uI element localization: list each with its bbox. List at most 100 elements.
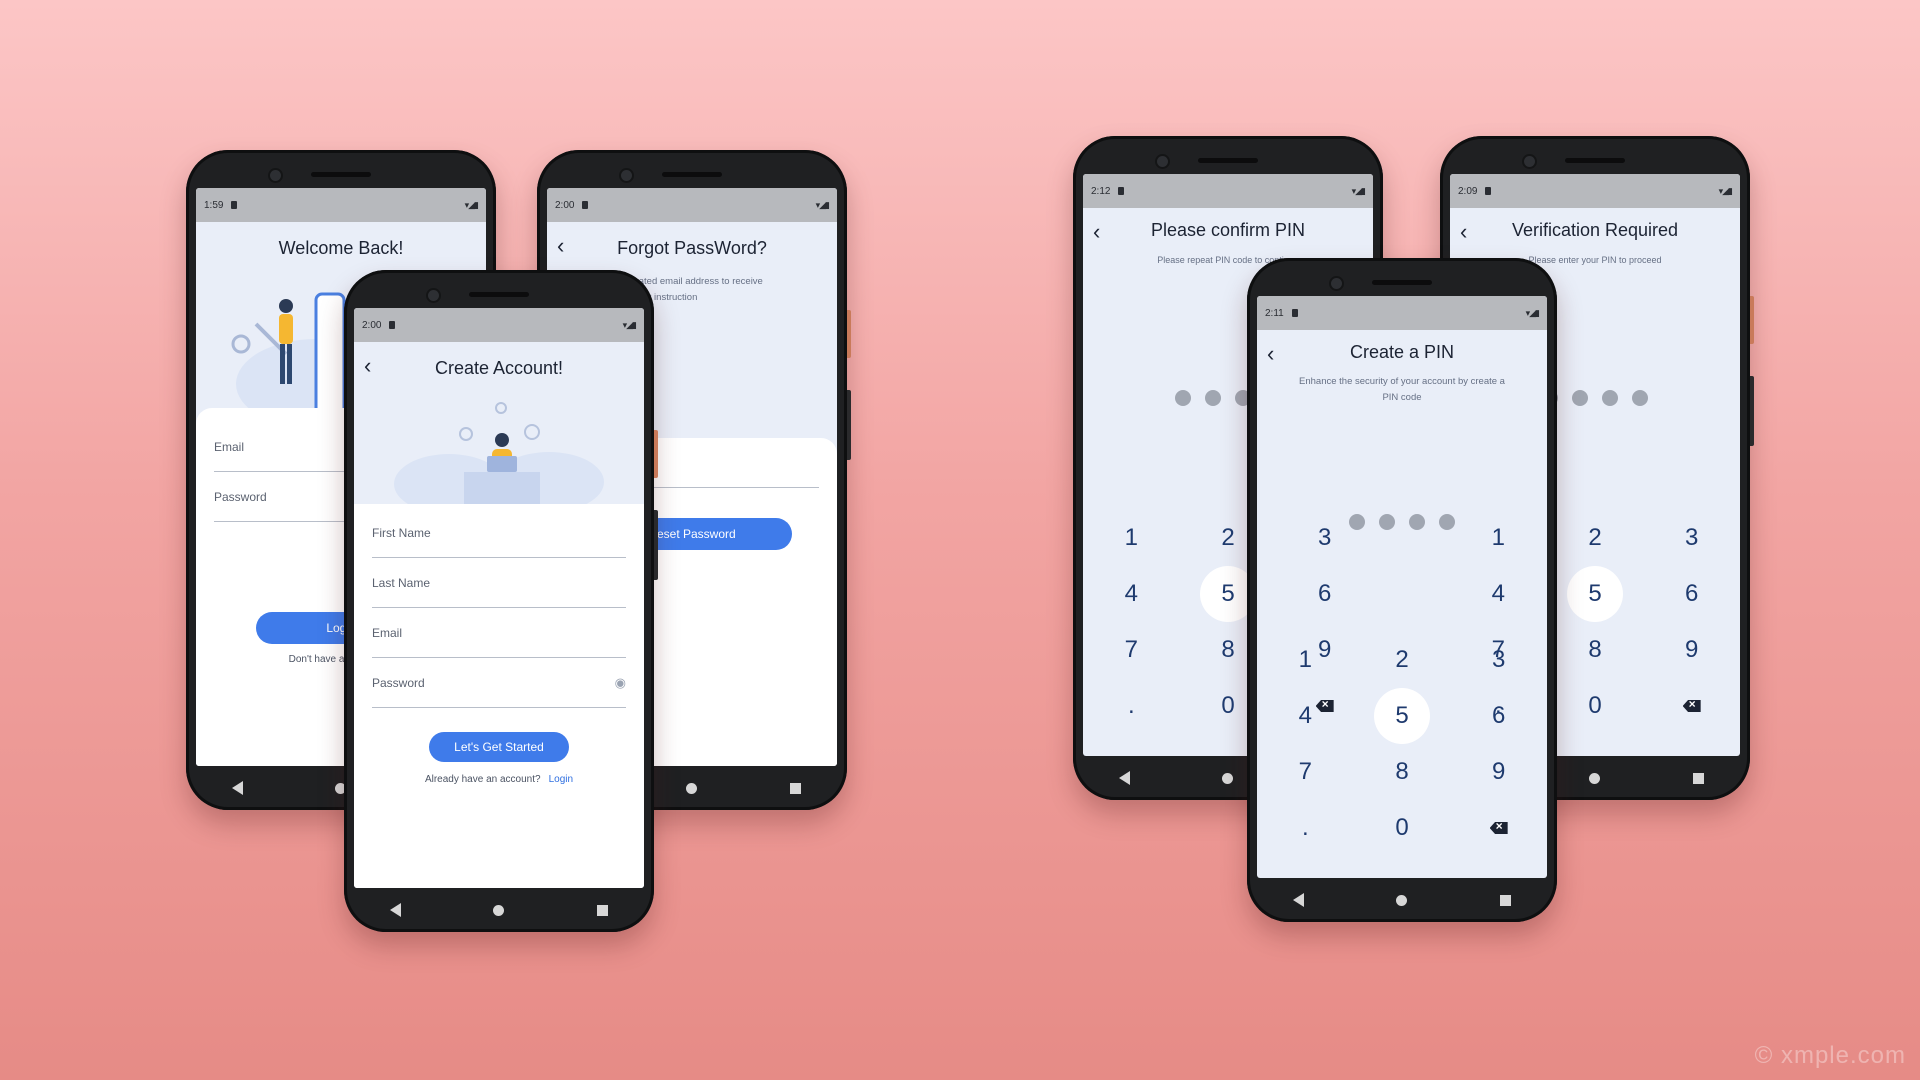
- login-link[interactable]: Login: [549, 774, 573, 785]
- home-nav-icon[interactable]: [1589, 772, 1601, 784]
- backspace-icon: [1682, 700, 1701, 712]
- key-label: 6: [1491, 702, 1506, 729]
- create-account-form-panel: First Name Last Name Email Password ◉ Le…: [354, 504, 644, 888]
- keypad-key-1[interactable]: 1: [1083, 510, 1180, 566]
- back-arrow-icon[interactable]: ‹: [1460, 221, 1467, 243]
- key-label: 6: [1684, 580, 1699, 607]
- key-label: 1: [1124, 524, 1138, 551]
- page-subtitle: Enhance the security of your account by …: [1299, 376, 1505, 403]
- keypad-key-9[interactable]: 9: [1450, 744, 1547, 800]
- key-label: 9: [1491, 758, 1506, 785]
- keypad-key-0[interactable]: 0: [1354, 800, 1451, 856]
- recents-nav-icon[interactable]: [1499, 894, 1511, 906]
- sd-card-icon: [1291, 309, 1298, 317]
- email-field[interactable]: Email: [372, 608, 626, 658]
- pin-dot: [1602, 390, 1618, 406]
- home-nav-icon[interactable]: [1396, 894, 1408, 906]
- status-time: 2:12: [1091, 185, 1111, 197]
- back-nav-icon[interactable]: [1293, 893, 1305, 907]
- first-name-field[interactable]: First Name: [372, 508, 626, 558]
- status-time: 2:09: [1458, 185, 1478, 197]
- page-title: Create Account!: [434, 357, 564, 378]
- keypad-key-dot[interactable]: .: [1257, 800, 1354, 856]
- page-title: Forgot PassWord?: [617, 237, 767, 258]
- key-label: 0: [1395, 814, 1409, 841]
- back-nav-icon[interactable]: [1119, 771, 1131, 785]
- sd-card-icon: [389, 321, 396, 329]
- nav-bar: [1247, 878, 1557, 922]
- desk-illustration: [394, 402, 604, 504]
- back-arrow-icon[interactable]: ‹: [364, 355, 371, 377]
- keypad-key-9[interactable]: 9: [1643, 622, 1740, 678]
- login-header: Welcome Back!: [196, 222, 486, 274]
- status-time: 2:11: [1265, 307, 1284, 319]
- key-label: 9: [1317, 636, 1332, 663]
- keypad-key-2[interactable]: 2: [1547, 510, 1644, 566]
- recents-nav-icon[interactable]: [1692, 772, 1704, 784]
- back-arrow-icon[interactable]: ‹: [557, 235, 564, 257]
- keypad-key-8[interactable]: 8: [1547, 622, 1644, 678]
- keypad-key-7[interactable]: 7: [1083, 622, 1180, 678]
- phone-create-pin: 2:11 ▾◢▮ ‹ Create a PIN Enhance the secu…: [1247, 258, 1557, 922]
- back-arrow-icon[interactable]: ‹: [1093, 221, 1100, 243]
- front-camera: [1524, 156, 1535, 167]
- key-label: 4: [1491, 580, 1505, 607]
- keypad-key-5[interactable]: 5: [1547, 566, 1644, 622]
- last-name-label: Last Name: [372, 575, 431, 590]
- keypad-backspace[interactable]: [1643, 678, 1740, 734]
- eye-icon[interactable]: ◉: [615, 675, 626, 691]
- key-label: 3: [1491, 646, 1506, 673]
- key-label: 5: [1395, 702, 1409, 729]
- status-bar: 2:11 ▾◢▮: [1257, 296, 1547, 330]
- keypad-key-4[interactable]: 4: [1257, 688, 1354, 744]
- page-title: Create a PIN: [1349, 341, 1455, 362]
- key-label: 7: [1298, 758, 1312, 785]
- key-label: 1: [1491, 524, 1505, 551]
- login-prompt-row: Already have an account? Login: [354, 774, 644, 785]
- back-nav-icon[interactable]: [232, 781, 244, 795]
- sd-card-icon: [231, 201, 238, 209]
- status-bar: 2:00 ▾◢▮: [547, 188, 837, 222]
- pin-dot: [1439, 514, 1455, 530]
- keypad-key-2[interactable]: 2: [1354, 632, 1451, 688]
- signal-battery-icons: ▾◢▮: [815, 199, 830, 210]
- earpiece-speaker: [662, 172, 722, 177]
- recents-nav-icon[interactable]: [789, 782, 801, 794]
- signal-battery-icons: ▾◢▮: [1351, 185, 1366, 196]
- front-camera: [1331, 278, 1342, 289]
- status-bar: 2:09 ▾◢▮: [1450, 174, 1740, 208]
- front-camera: [621, 170, 632, 181]
- phone-create-account: 2:00 ▾◢▮ ‹ Create Account! First Name La…: [344, 270, 658, 932]
- create-account-screen: 2:00 ▾◢▮ ‹ Create Account! First Name La…: [354, 308, 644, 888]
- earpiece-speaker: [469, 292, 529, 297]
- home-nav-icon[interactable]: [686, 782, 698, 794]
- keypad-key-6[interactable]: 6: [1643, 566, 1740, 622]
- forgot-header: ‹ Forgot PassWord?: [547, 222, 837, 274]
- pin-dot: [1175, 390, 1191, 406]
- sd-card-icon: [1118, 187, 1125, 195]
- keypad-key-5[interactable]: 5: [1354, 688, 1451, 744]
- back-arrow-icon[interactable]: ‹: [1267, 343, 1274, 365]
- keypad-key-3[interactable]: 3: [1643, 510, 1740, 566]
- pin-dot: [1632, 390, 1648, 406]
- key-label: 4: [1298, 702, 1312, 729]
- keypad-key-1[interactable]: 1: [1257, 632, 1354, 688]
- keypad-key-7[interactable]: 7: [1257, 744, 1354, 800]
- keypad-key-0[interactable]: 0: [1547, 678, 1644, 734]
- recents-nav-icon[interactable]: [596, 904, 608, 916]
- keypad-key-4[interactable]: 4: [1083, 566, 1180, 622]
- lets-get-started-button[interactable]: Let's Get Started: [429, 732, 569, 762]
- pin-dot: [1409, 514, 1425, 530]
- keypad-key-8[interactable]: 8: [1354, 744, 1451, 800]
- last-name-field[interactable]: Last Name: [372, 558, 626, 608]
- keypad: 1 2 3 4 5 6 7 8 9 . 0: [1257, 632, 1547, 856]
- home-nav-icon[interactable]: [493, 904, 505, 916]
- key-label: 5: [1588, 580, 1602, 607]
- home-nav-icon[interactable]: [1222, 772, 1234, 784]
- password-field[interactable]: Password ◉: [372, 658, 626, 708]
- login-prompt-text: Already have an account?: [424, 774, 541, 785]
- keypad-backspace[interactable]: [1450, 800, 1547, 856]
- key-label: 3: [1317, 524, 1332, 551]
- keypad-key-dot[interactable]: .: [1083, 678, 1180, 734]
- back-nav-icon[interactable]: [390, 903, 402, 917]
